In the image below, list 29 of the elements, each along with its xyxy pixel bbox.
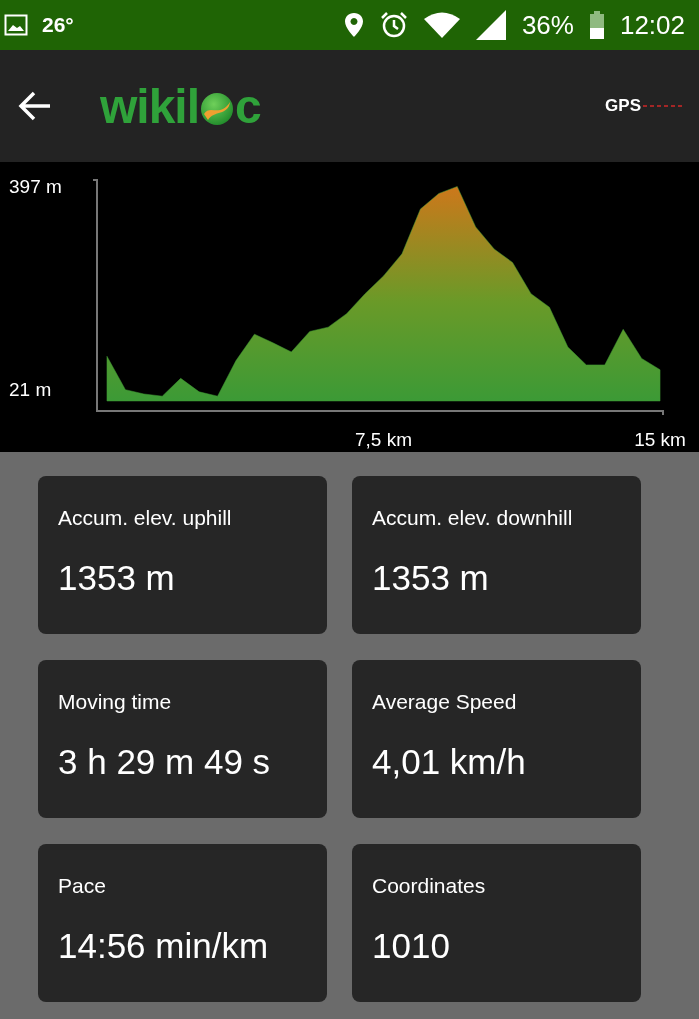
stat-label: Average Speed <box>372 690 518 714</box>
stat-value: 1010 <box>372 926 451 966</box>
stat-label: Moving time <box>58 690 173 714</box>
battery-icon <box>589 11 604 39</box>
y-tick-label: 21 m <box>9 378 52 400</box>
stat-label: Accum. elev. downhill <box>372 506 574 530</box>
gps-signal-icon <box>643 104 683 108</box>
battery-percentage: 36% <box>521 9 574 41</box>
back-arrow-icon[interactable] <box>18 91 52 121</box>
picture-icon <box>4 14 28 36</box>
alarm-icon <box>379 11 408 39</box>
stat-value: 4,01 km/h <box>372 742 527 782</box>
logo: wikil c <box>100 78 261 134</box>
stat-value: 3 h 29 m 49 s <box>58 742 272 782</box>
stat-value: 1353 m <box>58 558 176 598</box>
stat-value: 1353 m <box>372 558 490 598</box>
y-tick-label: 397 m <box>9 176 62 197</box>
wifi-icon <box>423 12 460 38</box>
temperature: 26° <box>42 13 74 37</box>
clock: 12:02 <box>619 9 685 41</box>
stat-value: 14:56 min/km <box>58 926 270 966</box>
location-icon <box>343 12 364 38</box>
stat-label: Pace <box>58 874 107 898</box>
x-tick-label: 15 km <box>634 429 686 450</box>
stat-label: Accum. elev. uphill <box>58 506 233 530</box>
x-tick-label: 7,5 km <box>355 429 412 450</box>
gps-label: GPS <box>605 96 641 116</box>
signal-icon <box>475 10 506 40</box>
stat-label: Coordinates <box>372 874 487 898</box>
